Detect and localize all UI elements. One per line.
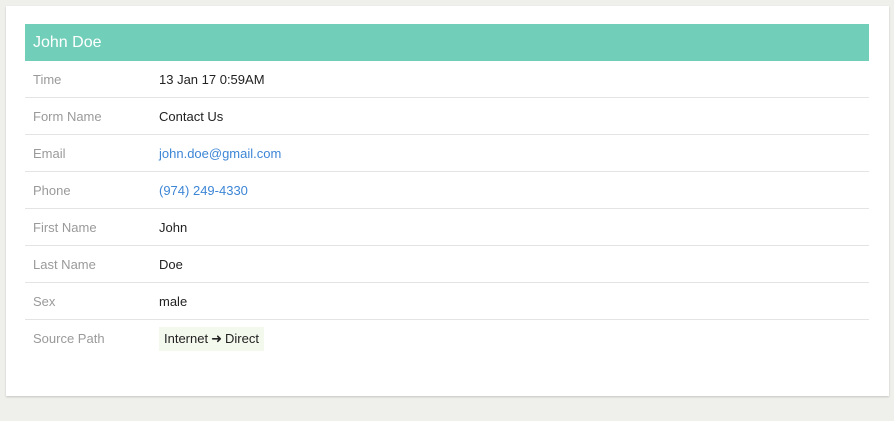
field-label-time: Time <box>33 72 62 87</box>
field-row-email: Email john.doe@gmail.com <box>25 135 869 172</box>
field-label-last-name: Last Name <box>33 257 96 272</box>
field-row-form-name: Form Name Contact Us <box>25 98 869 135</box>
field-row-first-name: First Name John <box>25 209 869 246</box>
source-path-origin: Internet <box>164 331 209 346</box>
field-label-source-path: Source Path <box>33 331 105 346</box>
lead-detail-card: John Doe Time 13 Jan 17 0:59AM Form Name… <box>6 6 889 396</box>
field-value-first-name: John <box>159 220 188 235</box>
field-row-last-name: Last Name Doe <box>25 246 869 283</box>
field-row-source-path: Source Path Internet ➜ Direct <box>25 320 869 357</box>
field-row-sex: Sex male <box>25 283 869 320</box>
field-label-sex: Sex <box>33 294 56 309</box>
field-list: Time 13 Jan 17 0:59AM Form Name Contact … <box>25 61 869 357</box>
field-value-last-name: Doe <box>159 257 183 272</box>
source-path-destination: Direct <box>225 331 259 346</box>
field-label-email: Email <box>33 146 66 161</box>
field-value-form-name: Contact Us <box>159 109 224 124</box>
source-path-badge: Internet ➜ Direct <box>159 327 264 351</box>
field-value-sex: male <box>159 294 188 309</box>
field-row-phone: Phone (974) 249-4330 <box>25 172 869 209</box>
field-row-time: Time 13 Jan 17 0:59AM <box>25 61 869 98</box>
phone-link[interactable]: (974) 249-4330 <box>159 172 248 209</box>
field-label-first-name: First Name <box>33 220 97 235</box>
card-header-title: John Doe <box>25 24 869 61</box>
field-label-form-name: Form Name <box>33 109 102 124</box>
field-value-time: 13 Jan 17 0:59AM <box>159 72 265 87</box>
email-link[interactable]: john.doe@gmail.com <box>159 135 281 172</box>
arrow-right-icon: ➜ <box>211 331 222 346</box>
field-label-phone: Phone <box>33 183 71 198</box>
